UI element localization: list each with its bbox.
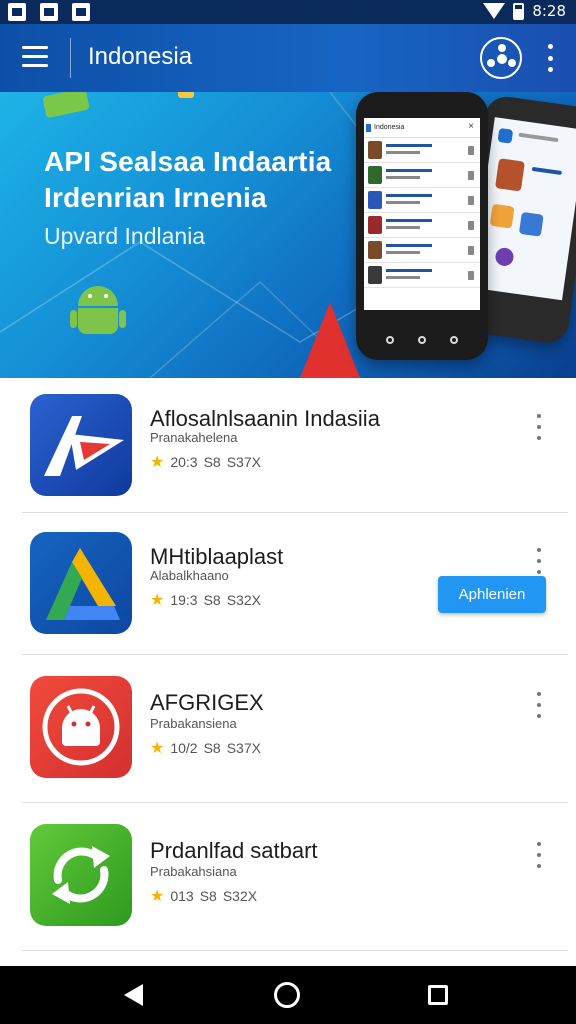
app-size-b: S32X (222, 888, 258, 904)
app-logo-triangle-icon (30, 532, 132, 634)
banner-title-line1: API Sealsaa Indaartia (44, 146, 332, 177)
app-size-a: S8 (199, 888, 217, 904)
list-item[interactable]: Prdanlfad satbart Prabakahsiana ★ 013 S8… (0, 804, 576, 948)
app-logo-red-a-icon (30, 394, 132, 496)
app-developer: Pranakahelena (150, 430, 238, 445)
app-size-b: S37X (226, 454, 261, 470)
app-bar: Indonesia (0, 24, 576, 92)
item-more-icon[interactable] (532, 414, 546, 440)
star-icon: ★ (150, 888, 165, 905)
list-item[interactable]: AFGRIGEX Prabakansiena ★ 10/2 S8 S37X (0, 656, 576, 800)
app-size-a: S8 (203, 454, 221, 470)
banner-title-line2: Irdenrian Irnenia (44, 182, 267, 213)
app-rating: 19:3 (170, 592, 198, 608)
phone-mockup-main: Indonesia (356, 92, 488, 360)
list-item[interactable]: Aflosalnlsaanin Indasiia Pranakahelena ★… (0, 378, 576, 522)
back-icon[interactable] (124, 984, 143, 1006)
banner-red-shard (300, 302, 360, 378)
app-developer: Prabakahsiana (150, 864, 237, 879)
item-more-icon[interactable] (532, 692, 546, 718)
photo-icon (40, 3, 58, 21)
list-divider (22, 654, 568, 655)
more-vert-icon[interactable] (542, 44, 558, 72)
app-name: MHtiblaaplast (150, 544, 284, 569)
app-size-a: S8 (203, 740, 221, 756)
app-list: Aflosalnlsaanin Indasiia Pranakahelena ★… (0, 378, 576, 966)
item-more-icon[interactable] (532, 842, 546, 868)
star-icon: ★ (150, 592, 165, 609)
app-rating: 013 (170, 888, 194, 904)
app-rating: 10/2 (170, 740, 198, 756)
app-logo-android-red-icon (30, 676, 132, 778)
app-bar-divider (70, 38, 71, 78)
banner-subtitle: Upvard Indlania (44, 223, 206, 249)
list-divider (22, 802, 568, 803)
system-nav-bar (0, 966, 576, 1024)
gallery-icon (8, 3, 26, 21)
screen: 8:28 Indonesia API Sealsaa Indaartia Ird… (0, 0, 576, 1024)
phone-screen-header: Indonesia (364, 118, 480, 138)
android-mascot-icon (70, 282, 126, 340)
app-size-a: S8 (203, 592, 221, 608)
battery-icon (513, 2, 525, 20)
share-icon[interactable] (480, 37, 522, 79)
app-title: Indonesia (88, 43, 193, 70)
list-item[interactable]: MHtiblaaplast Alabalkhaano ★ 19:3 S8 S32… (0, 514, 576, 658)
recents-icon[interactable] (428, 985, 448, 1005)
wifi-icon (483, 3, 506, 19)
app-rating: 20:3 (170, 454, 198, 470)
home-icon[interactable] (274, 982, 300, 1008)
app-name: Aflosalnlsaanin Indasiia (150, 406, 380, 431)
status-time: 8:28 (532, 2, 566, 20)
app-meta: ★ 20:3 S8 S37X (150, 452, 261, 472)
status-left-icons (8, 3, 90, 21)
list-divider (22, 950, 568, 951)
yellow-block-icon (178, 92, 194, 98)
app-meta: ★ 10/2 S8 S37X (150, 738, 261, 758)
app-size-b: S32X (226, 592, 261, 608)
status-right: 8:28 (483, 2, 566, 20)
app-name: AFGRIGEX (150, 690, 264, 715)
image-icon (72, 3, 90, 21)
star-icon: ★ (150, 454, 165, 471)
app-name: Prdanlfad satbart (150, 838, 318, 863)
status-bar: 8:28 (0, 0, 576, 24)
app-meta: ★ 013 S8 S32X (150, 886, 257, 906)
app-logo-sync-green-icon (30, 824, 132, 926)
star-icon: ★ (150, 740, 165, 757)
app-developer: Alabalkhaano (150, 568, 229, 583)
install-button[interactable]: Aphlenien (438, 576, 546, 613)
list-divider (22, 512, 568, 513)
app-developer: Prabakansiena (150, 716, 237, 731)
promo-banner[interactable]: API Sealsaa Indaartia Irdenrian Irnenia … (0, 92, 576, 378)
item-more-icon[interactable] (532, 548, 546, 574)
app-meta: ★ 19:3 S8 S32X (150, 590, 261, 610)
menu-icon[interactable] (22, 46, 48, 68)
app-size-b: S37X (226, 740, 261, 756)
